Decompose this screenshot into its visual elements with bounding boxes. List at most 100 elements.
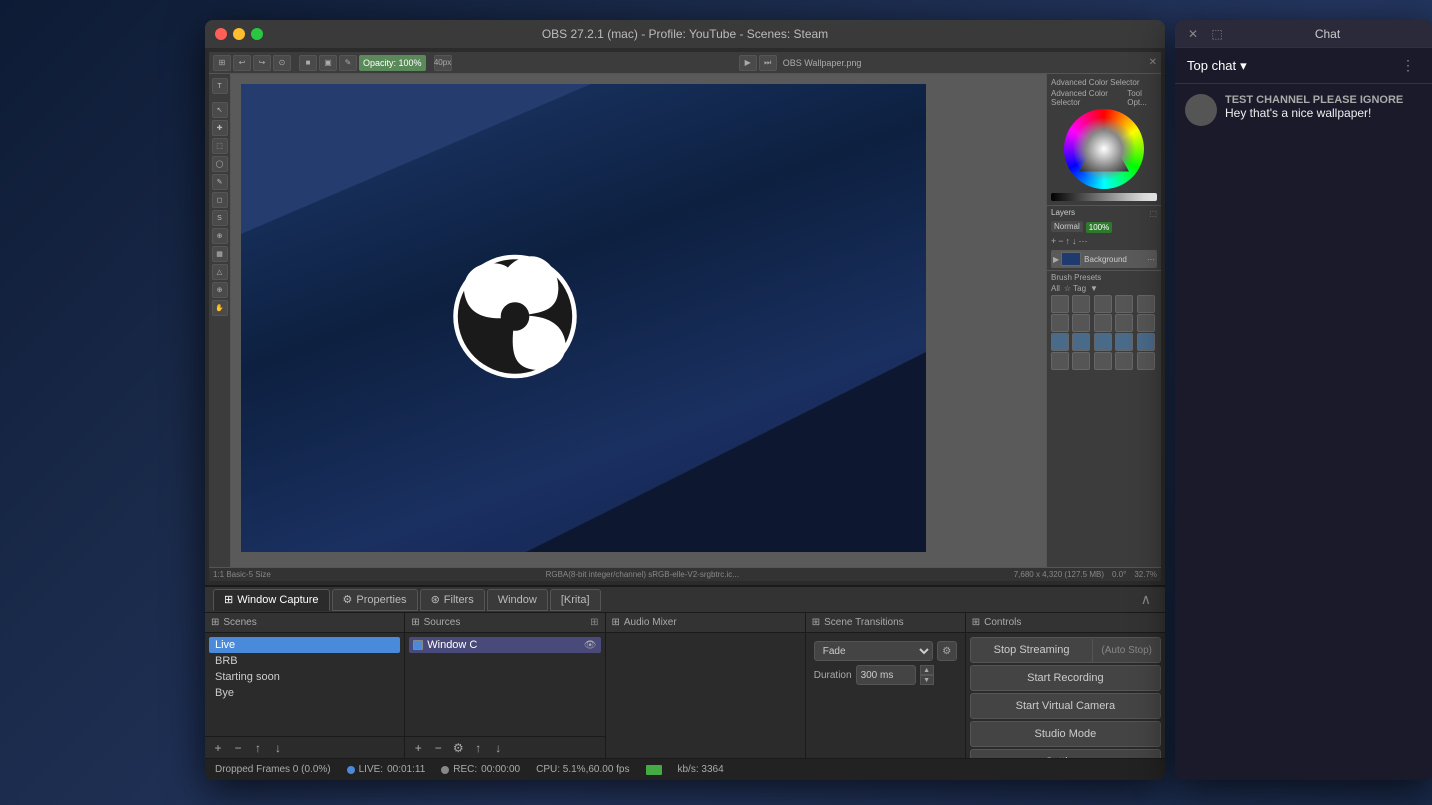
- source-add-btn[interactable]: +: [409, 739, 427, 757]
- krita-size[interactable]: 40px: [434, 55, 452, 71]
- sources-panel-expand[interactable]: ⊞: [590, 617, 598, 628]
- brush-4[interactable]: [1115, 295, 1133, 313]
- krita-adv-color[interactable]: Advanced Color Selector: [1051, 89, 1123, 107]
- spinner-down[interactable]: ▼: [920, 675, 934, 685]
- brush-7[interactable]: [1072, 314, 1090, 332]
- layer-blend[interactable]: Normal: [1051, 221, 1083, 232]
- studio-mode-btn[interactable]: Studio Mode: [970, 721, 1161, 747]
- color-wheel[interactable]: [1064, 109, 1144, 189]
- scene-remove-btn[interactable]: −: [229, 739, 247, 757]
- krita-anim[interactable]: ⏭: [759, 55, 777, 71]
- chat-messages[interactable]: TEST CHANNEL PLEASE IGNORE Hey that's a …: [1175, 84, 1432, 780]
- brush-3[interactable]: [1094, 295, 1112, 313]
- layer-more[interactable]: ⋯: [1079, 236, 1088, 247]
- settings-btn[interactable]: Settings: [970, 749, 1161, 758]
- krita-opacity[interactable]: Opacity: 100%: [359, 55, 426, 71]
- tool-gradient[interactable]: ▦: [212, 246, 228, 262]
- tab-properties[interactable]: ⚙ Properties: [332, 589, 418, 611]
- layer-add[interactable]: +: [1051, 236, 1056, 247]
- scene-down-btn[interactable]: ↓: [269, 739, 287, 757]
- tool-text[interactable]: T: [212, 78, 228, 94]
- brush-5[interactable]: [1137, 295, 1155, 313]
- tool-move[interactable]: ✚: [212, 120, 228, 136]
- source-down-btn[interactable]: ↓: [489, 739, 507, 757]
- source-item-windowc[interactable]: Window C 👁: [409, 637, 600, 653]
- tab-filters[interactable]: ⊛ Filters: [420, 589, 485, 611]
- brush-filter-all[interactable]: All: [1051, 284, 1060, 293]
- brush-9[interactable]: [1115, 314, 1133, 332]
- brush-16[interactable]: [1051, 352, 1069, 370]
- source-eye-icon[interactable]: 👁: [584, 640, 597, 651]
- scene-up-btn[interactable]: ↑: [249, 739, 267, 757]
- brush-15[interactable]: [1137, 333, 1155, 351]
- brush-18[interactable]: [1094, 352, 1112, 370]
- auto-stop-btn[interactable]: (Auto Stop): [1092, 639, 1160, 662]
- krita-tool-opts[interactable]: Tool Opt...: [1127, 89, 1157, 107]
- brush-2[interactable]: [1072, 295, 1090, 313]
- krita-tb-btn-2[interactable]: ↩: [233, 55, 251, 71]
- scene-item-bye[interactable]: Bye: [209, 685, 400, 701]
- chat-expand-btn[interactable]: ⬚: [1209, 26, 1225, 42]
- layer-item-background[interactable]: ▶ Background ⋯: [1051, 250, 1157, 268]
- tool-pan[interactable]: ✋: [212, 300, 228, 316]
- tool-fill[interactable]: ◯: [212, 156, 228, 172]
- top-chat-selector[interactable]: Top chat ▾: [1187, 58, 1247, 74]
- brush-10[interactable]: [1137, 314, 1155, 332]
- brush-filter-tag[interactable]: ☆ Tag: [1064, 284, 1086, 293]
- source-remove-btn[interactable]: −: [429, 739, 447, 757]
- krita-tb-btn-7[interactable]: ✎: [339, 55, 357, 71]
- transition-select[interactable]: Fade Cut Slide: [814, 641, 933, 661]
- brush-19[interactable]: [1115, 352, 1133, 370]
- brush-17[interactable]: [1072, 352, 1090, 370]
- start-recording-btn[interactable]: Start Recording: [970, 665, 1161, 691]
- scene-item-brb[interactable]: BRB: [209, 653, 400, 669]
- spinner-up[interactable]: ▲: [920, 665, 934, 675]
- brush-20[interactable]: [1137, 352, 1155, 370]
- layer-del[interactable]: −: [1058, 236, 1063, 247]
- tab-krita[interactable]: [Krita]: [550, 589, 601, 611]
- transition-settings-btn[interactable]: ⚙: [937, 641, 957, 661]
- scene-item-starting[interactable]: Starting soon: [209, 669, 400, 685]
- brush-14[interactable]: [1115, 333, 1133, 351]
- brush-11[interactable]: [1051, 333, 1069, 351]
- chat-close-btn[interactable]: ✕: [1185, 26, 1201, 42]
- brush-12[interactable]: [1072, 333, 1090, 351]
- krita-tb-btn-4[interactable]: ⊙: [273, 55, 291, 71]
- layer-expand-arrow[interactable]: ▶: [1053, 255, 1059, 264]
- start-virtual-camera-btn[interactable]: Start Virtual Camera: [970, 693, 1161, 719]
- tool-select[interactable]: ↖: [212, 102, 228, 118]
- layer-actions[interactable]: ⋯: [1147, 255, 1155, 264]
- layers-expand[interactable]: ⬚: [1149, 209, 1157, 218]
- scene-item-live[interactable]: Live: [209, 637, 400, 653]
- tool-eraser[interactable]: ◻: [212, 192, 228, 208]
- tab-window[interactable]: Window: [487, 589, 548, 611]
- krita-close[interactable]: ✕: [1149, 57, 1157, 68]
- brush-filter-more[interactable]: ▼: [1090, 284, 1098, 293]
- stop-streaming-btn[interactable]: Stop Streaming: [971, 638, 1093, 662]
- tool-smudge[interactable]: S: [212, 210, 228, 226]
- tool-zoom[interactable]: ⊕: [212, 282, 228, 298]
- brush-8[interactable]: [1094, 314, 1112, 332]
- duration-input[interactable]: [856, 665, 916, 685]
- layer-down[interactable]: ↓: [1072, 236, 1077, 247]
- color-slider[interactable]: [1051, 193, 1157, 201]
- chat-more-btn[interactable]: ⋮: [1396, 54, 1420, 78]
- tool-crop[interactable]: ⬚: [212, 138, 228, 154]
- minimize-button[interactable]: [233, 28, 245, 40]
- brush-1[interactable]: [1051, 295, 1069, 313]
- brush-6[interactable]: [1051, 314, 1069, 332]
- tab-window-capture[interactable]: ⊞ Window Capture: [213, 589, 330, 611]
- krita-tb-btn-6[interactable]: ▣: [319, 55, 337, 71]
- brush-13[interactable]: [1094, 333, 1112, 351]
- tool-shape[interactable]: △: [212, 264, 228, 280]
- source-up-btn[interactable]: ↑: [469, 739, 487, 757]
- layer-up[interactable]: ↑: [1066, 236, 1071, 247]
- tool-brush[interactable]: ✎: [212, 174, 228, 190]
- panel-collapse-btn[interactable]: ∧: [1135, 591, 1157, 608]
- close-button[interactable]: [215, 28, 227, 40]
- krita-play[interactable]: ▶: [739, 55, 757, 71]
- krita-tb-btn-5[interactable]: ■: [299, 55, 317, 71]
- maximize-button[interactable]: [251, 28, 263, 40]
- krita-canvas-area[interactable]: [231, 74, 1046, 567]
- scene-add-btn[interactable]: +: [209, 739, 227, 757]
